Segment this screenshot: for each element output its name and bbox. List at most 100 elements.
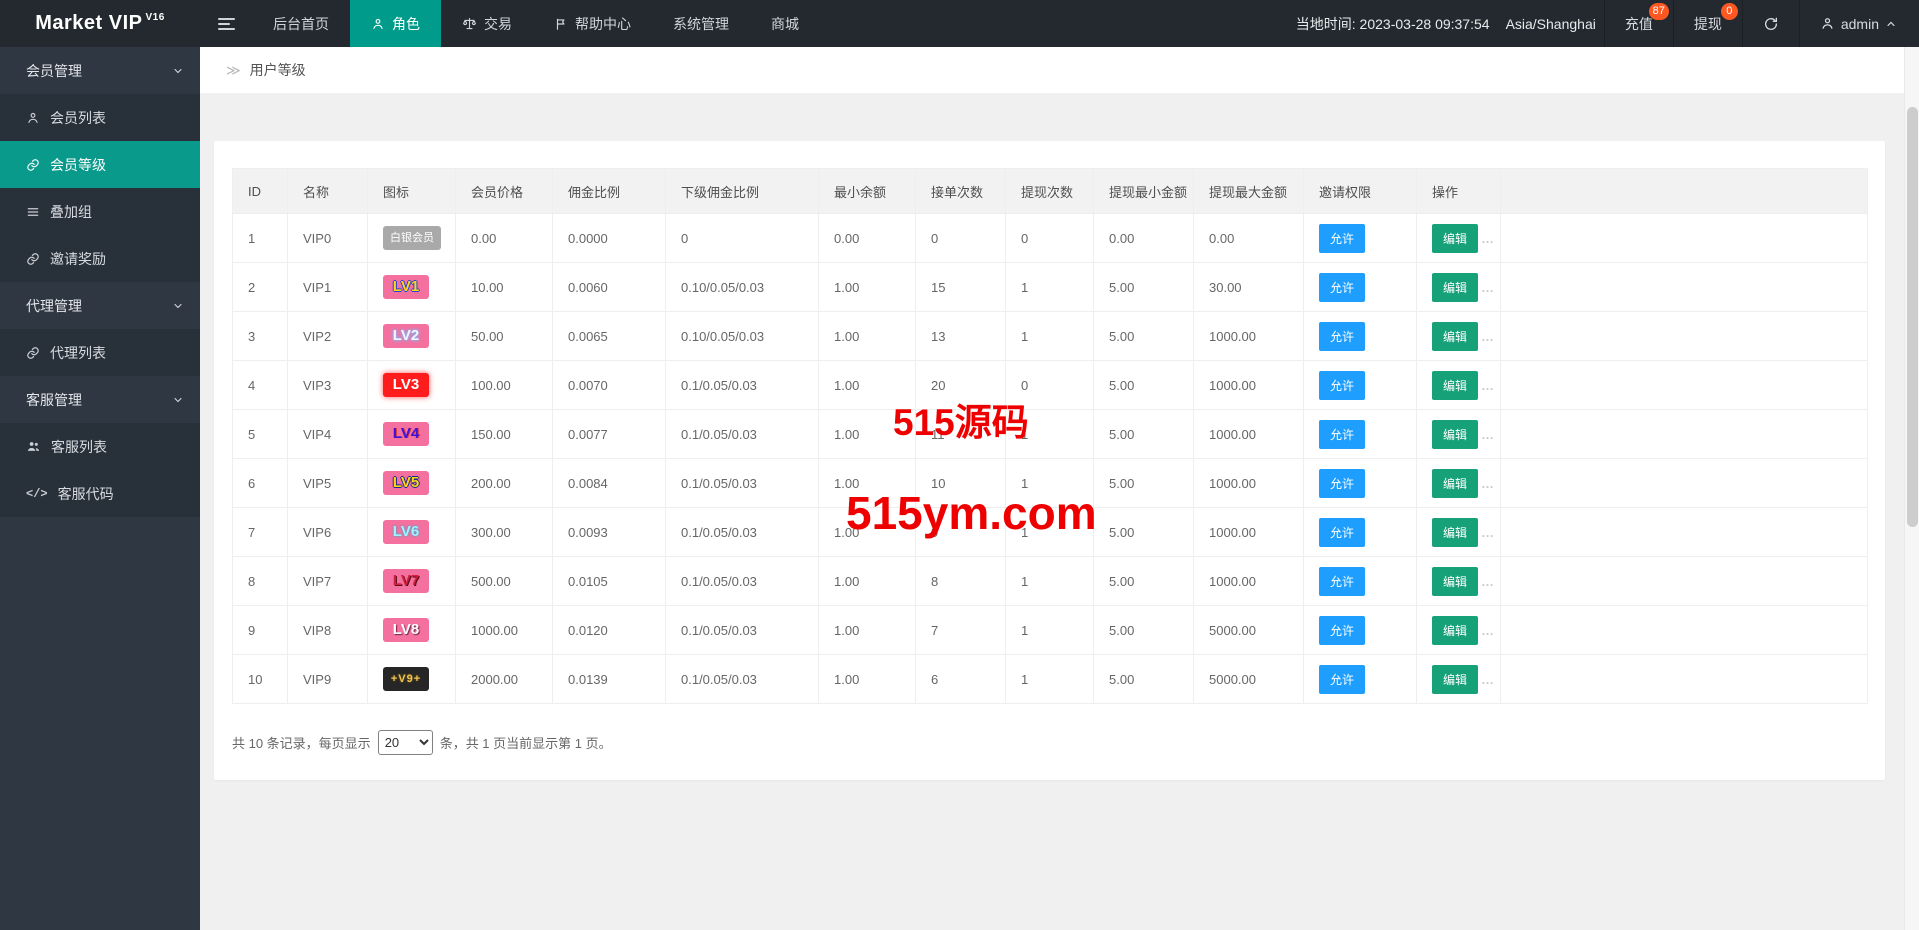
cell-orders: 15 bbox=[916, 263, 1006, 312]
sidebar-item-1-4[interactable]: 邀请奖励 bbox=[0, 235, 200, 282]
cell-min_balance: 1.00 bbox=[819, 606, 916, 655]
more-actions-button[interactable]: … bbox=[1481, 329, 1495, 344]
breadcrumb: ≫ 用户等级 bbox=[200, 47, 1919, 94]
edit-button[interactable]: 编辑 bbox=[1432, 420, 1478, 449]
level-badge-lv3: LV3 bbox=[383, 373, 429, 397]
invite-allow-button[interactable]: 允许 bbox=[1319, 567, 1365, 596]
sidebar-item-3-2[interactable]: </>客服代码 bbox=[0, 470, 200, 517]
edit-button[interactable]: 编辑 bbox=[1432, 665, 1478, 694]
nav-item-2[interactable]: 角色 bbox=[350, 0, 441, 47]
more-actions-button[interactable]: … bbox=[1481, 623, 1495, 638]
column-header-action: 操作 bbox=[1417, 169, 1501, 214]
more-actions-button[interactable]: … bbox=[1481, 672, 1495, 687]
person-icon bbox=[371, 17, 385, 31]
sidebar-item-3-1[interactable]: 客服列表 bbox=[0, 423, 200, 470]
edit-button[interactable]: 编辑 bbox=[1432, 469, 1478, 498]
app-version: V16 bbox=[145, 12, 164, 23]
cell-sub_commission: 0.1/0.05/0.03 bbox=[666, 459, 819, 508]
cell-action: 编辑… bbox=[1417, 361, 1501, 410]
more-actions-button[interactable]: … bbox=[1481, 427, 1495, 442]
edit-button[interactable]: 编辑 bbox=[1432, 322, 1478, 351]
sidebar-item-1-2[interactable]: 会员等级 bbox=[0, 141, 200, 188]
sidebar-group-1[interactable]: 会员管理 bbox=[0, 47, 200, 94]
sidebar-item-label: 客服代码 bbox=[58, 484, 114, 504]
table-row: 2VIP1LV110.000.00600.10/0.05/0.031.00151… bbox=[233, 263, 1868, 312]
column-header-filler bbox=[1501, 169, 1868, 214]
cell-withdraw_max: 1000.00 bbox=[1194, 361, 1304, 410]
more-actions-button[interactable]: … bbox=[1481, 378, 1495, 393]
cell-action: 编辑… bbox=[1417, 410, 1501, 459]
edit-button[interactable]: 编辑 bbox=[1432, 567, 1478, 596]
more-actions-button[interactable]: … bbox=[1481, 476, 1495, 491]
cell-name: VIP5 bbox=[288, 459, 368, 508]
cell-invite: 允许 bbox=[1304, 557, 1417, 606]
cell-action: 编辑… bbox=[1417, 557, 1501, 606]
sidebar-group-2[interactable]: 代理管理 bbox=[0, 282, 200, 329]
more-actions-button[interactable]: … bbox=[1481, 574, 1495, 589]
edit-button[interactable]: 编辑 bbox=[1432, 371, 1478, 400]
level-badge-lv5: LV5 bbox=[383, 471, 429, 495]
page-scrollbar[interactable] bbox=[1904, 47, 1919, 930]
invite-allow-button[interactable]: 允许 bbox=[1319, 665, 1365, 694]
page-size-select[interactable]: 20 bbox=[378, 730, 433, 755]
user-menu[interactable]: admin bbox=[1799, 0, 1919, 47]
invite-allow-button[interactable]: 允许 bbox=[1319, 420, 1365, 449]
cell-withdraw_min: 5.00 bbox=[1094, 361, 1194, 410]
edit-button[interactable]: 编辑 bbox=[1432, 616, 1478, 645]
invite-allow-button[interactable]: 允许 bbox=[1319, 616, 1365, 645]
sidebar-item-2-1[interactable]: 代理列表 bbox=[0, 329, 200, 376]
invite-allow-button[interactable]: 允许 bbox=[1319, 518, 1365, 547]
cell-id: 8 bbox=[233, 557, 288, 606]
cell-id: 1 bbox=[233, 214, 288, 263]
cell-invite: 允许 bbox=[1304, 508, 1417, 557]
cell-price: 2000.00 bbox=[456, 655, 553, 704]
nav-item-4[interactable]: 帮助中心 bbox=[533, 0, 652, 47]
nav-item-3[interactable]: 交易 bbox=[441, 0, 533, 47]
cell-orders: 0 bbox=[916, 214, 1006, 263]
refresh-icon bbox=[1763, 16, 1779, 32]
more-actions-button[interactable]: … bbox=[1481, 525, 1495, 540]
sidebar-group-3[interactable]: 客服管理 bbox=[0, 376, 200, 423]
column-header-sub_commission: 下级佣金比例 bbox=[666, 169, 819, 214]
cell-withdraw_times: 1 bbox=[1006, 655, 1094, 704]
cell-filler bbox=[1501, 606, 1868, 655]
recharge-button[interactable]: 充值 87 bbox=[1604, 0, 1673, 47]
cell-withdraw_max: 5000.00 bbox=[1194, 606, 1304, 655]
table-row: 7VIP6LV6300.000.00930.1/0.05/0.031.00915… bbox=[233, 508, 1868, 557]
cell-sub_commission: 0.1/0.05/0.03 bbox=[666, 508, 819, 557]
local-time: 当地时间: 2023-03-28 09:37:54 bbox=[1296, 14, 1506, 34]
cell-invite: 允许 bbox=[1304, 655, 1417, 704]
invite-allow-button[interactable]: 允许 bbox=[1319, 371, 1365, 400]
invite-allow-button[interactable]: 允许 bbox=[1319, 224, 1365, 253]
cell-action: 编辑… bbox=[1417, 263, 1501, 312]
column-header-icon: 图标 bbox=[368, 169, 456, 214]
nav-item-1[interactable]: 后台首页 bbox=[252, 0, 350, 47]
cell-filler bbox=[1501, 655, 1868, 704]
invite-allow-button[interactable]: 允许 bbox=[1319, 469, 1365, 498]
cell-icon: LV4 bbox=[368, 410, 456, 459]
cell-name: VIP8 bbox=[288, 606, 368, 655]
more-actions-button[interactable]: … bbox=[1481, 231, 1495, 246]
sidebar-item-1-1[interactable]: 会员列表 bbox=[0, 94, 200, 141]
nav-item-6[interactable]: 商城 bbox=[750, 0, 820, 47]
breadcrumb-icon: ≫ bbox=[226, 62, 241, 79]
withdraw-button[interactable]: 提现 0 bbox=[1673, 0, 1742, 47]
refresh-button[interactable] bbox=[1742, 0, 1799, 47]
sidebar-item-1-3[interactable]: 叠加组 bbox=[0, 188, 200, 235]
sidebar-group-label: 代理管理 bbox=[26, 296, 82, 316]
scrollbar-thumb[interactable] bbox=[1907, 107, 1918, 527]
cell-withdraw_max: 1000.00 bbox=[1194, 410, 1304, 459]
user-icon bbox=[26, 111, 40, 125]
edit-button[interactable]: 编辑 bbox=[1432, 273, 1478, 302]
level-badge-lv7: LV7 bbox=[383, 569, 429, 593]
app-logo[interactable]: Market VIP V16 bbox=[0, 0, 200, 47]
sidebar-toggle-icon[interactable] bbox=[200, 0, 252, 47]
cell-commission: 0.0084 bbox=[553, 459, 666, 508]
edit-button[interactable]: 编辑 bbox=[1432, 518, 1478, 547]
invite-allow-button[interactable]: 允许 bbox=[1319, 273, 1365, 302]
nav-item-5[interactable]: 系统管理 bbox=[652, 0, 750, 47]
more-actions-button[interactable]: … bbox=[1481, 280, 1495, 295]
cell-orders: 11 bbox=[916, 410, 1006, 459]
invite-allow-button[interactable]: 允许 bbox=[1319, 322, 1365, 351]
edit-button[interactable]: 编辑 bbox=[1432, 224, 1478, 253]
